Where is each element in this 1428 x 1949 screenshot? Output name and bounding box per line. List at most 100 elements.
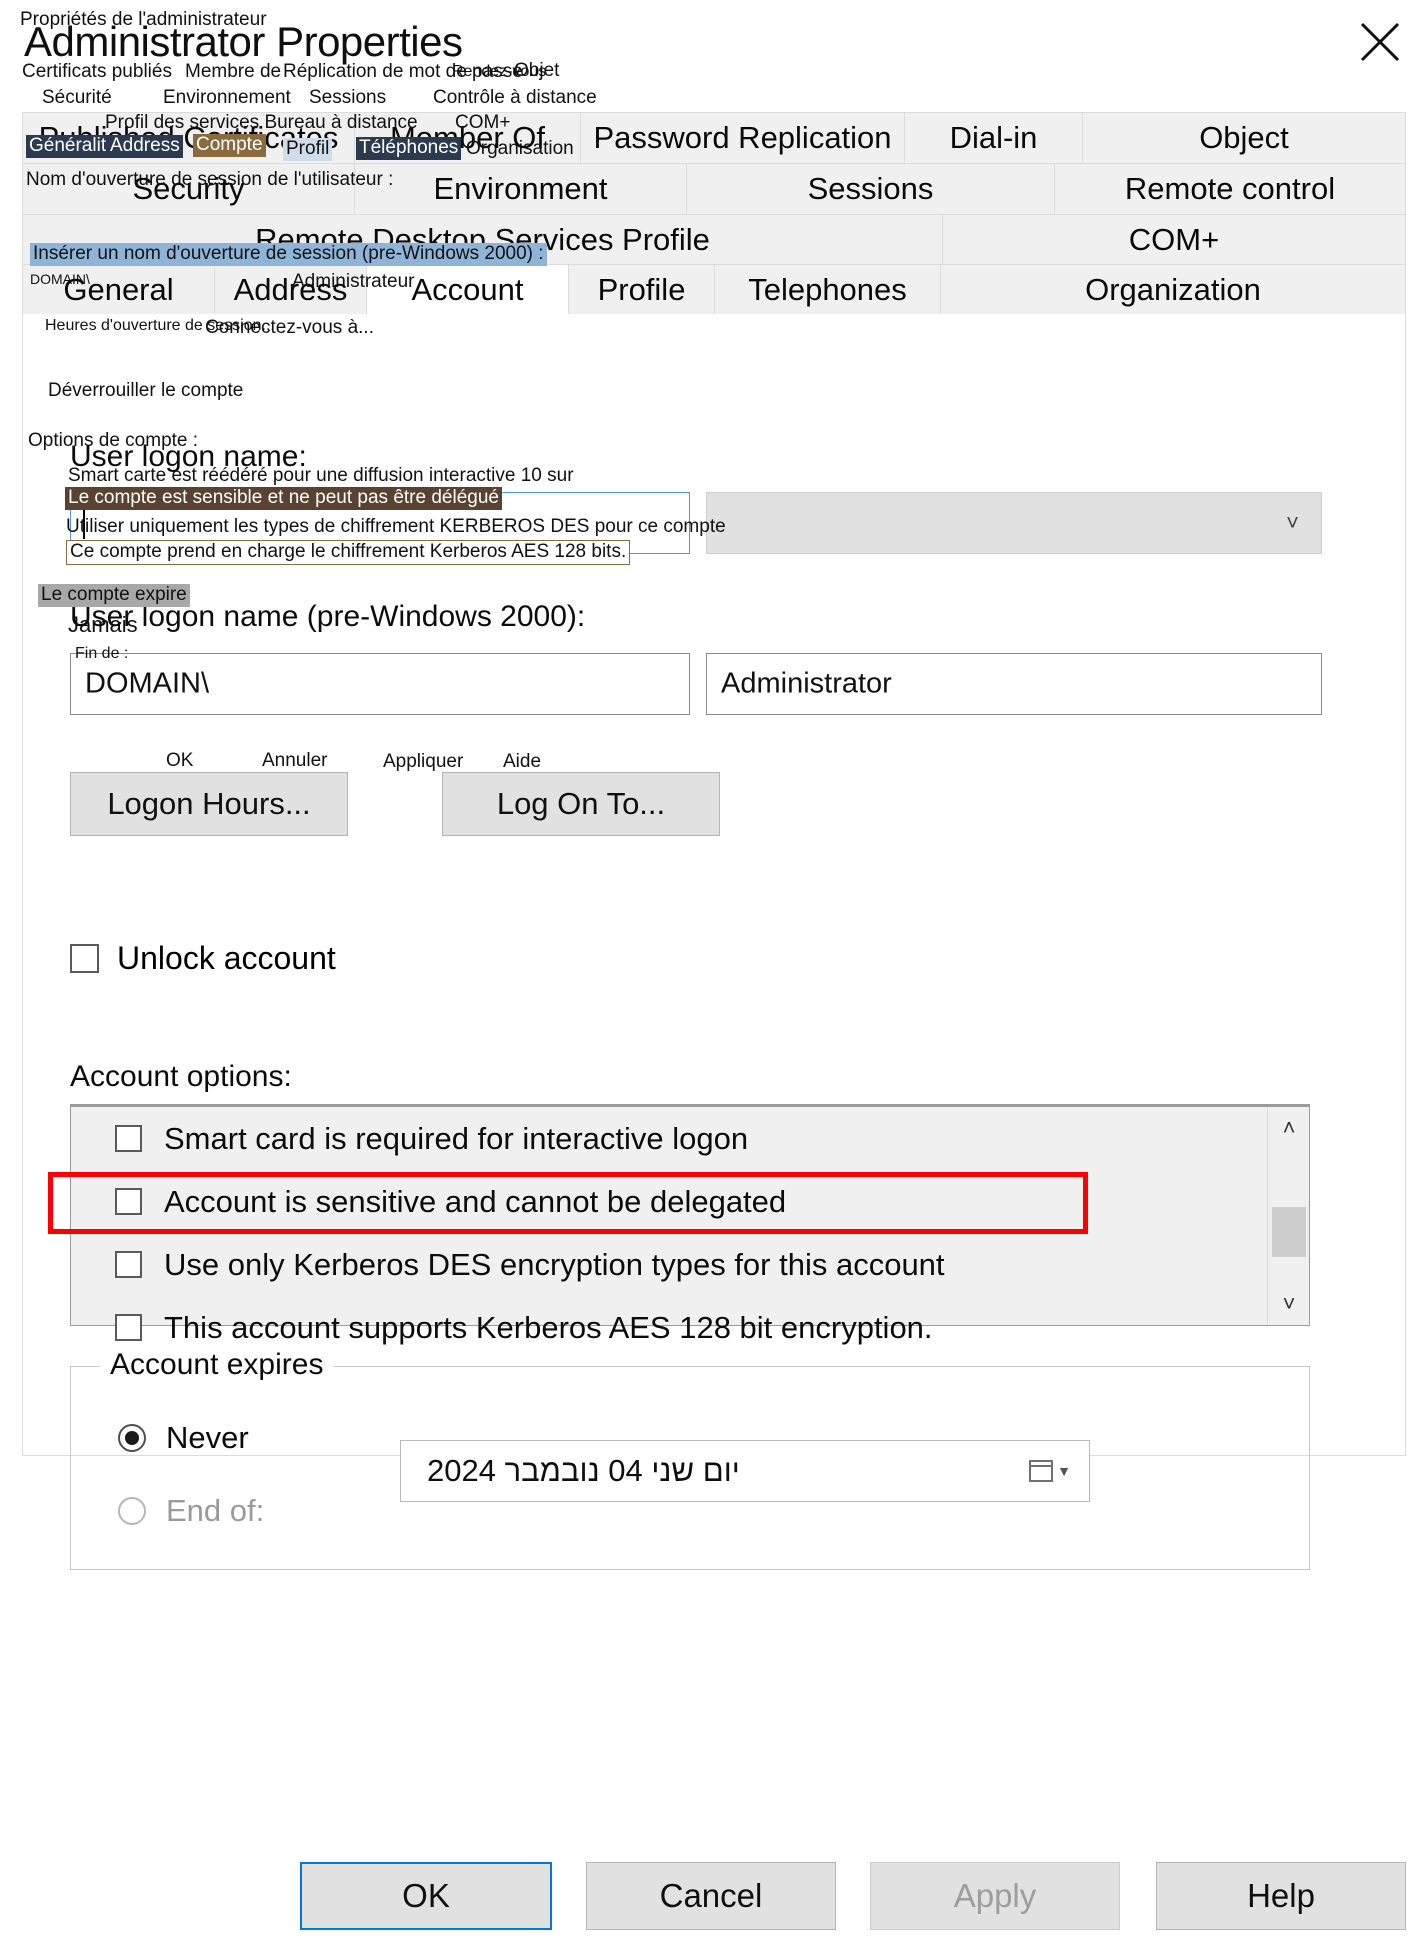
overlay-tab-rds-profile: Profil des services Bureau à distance bbox=[105, 112, 418, 133]
never-label: Never bbox=[166, 1420, 249, 1455]
unlock-account-label: Unlock account bbox=[117, 940, 336, 976]
overlay-opt-smart-card: Smart carte est réédéré pour une diffusi… bbox=[68, 465, 574, 486]
tab-password-replication[interactable]: Password Replication bbox=[581, 113, 905, 163]
overlay-pre2000-user: Administrateur bbox=[292, 271, 415, 292]
overlay-tab-telephones: Téléphones bbox=[356, 137, 462, 160]
tab-profile[interactable]: Profile bbox=[569, 265, 715, 315]
radio-button[interactable] bbox=[118, 1497, 146, 1525]
overlay-opt-des: Utiliser uniquement les types de chiffre… bbox=[66, 516, 726, 537]
overlay-tab-object: Objet bbox=[514, 60, 560, 81]
option-label: This account supports Kerberos AES 128 b… bbox=[164, 1309, 933, 1345]
overlay-unlock-account: Déverrouiller le compte bbox=[48, 380, 244, 401]
overlay-tab-profile: Profil bbox=[283, 138, 333, 161]
logon-hours-label: Logon Hours... bbox=[107, 786, 311, 821]
help-label: Help bbox=[1247, 1877, 1315, 1914]
chevron-down-icon[interactable]: ˅ bbox=[1268, 1283, 1310, 1325]
account-expires-date-picker[interactable]: יום שני 04 נובמבר 2024 ▼ bbox=[400, 1440, 1090, 1502]
overlay-tab-security: Sécurité bbox=[42, 87, 112, 108]
ok-label: OK bbox=[402, 1877, 450, 1914]
overlay-end-of: Fin de : bbox=[75, 645, 129, 662]
dialog-window: Administrator Properties Propriétés de l… bbox=[0, 0, 1428, 1949]
overlay-pre2000-name: Insérer un nom d'ouverture de session (p… bbox=[30, 243, 547, 266]
account-expires-never-radio[interactable]: Never bbox=[118, 1420, 249, 1456]
calendar-icon[interactable]: ▼ bbox=[1029, 1460, 1071, 1482]
overlay-opt-aes: Ce compte prend en charge le chiffrement… bbox=[66, 540, 631, 565]
overlay-tab-published-certificates: Certificats publiés bbox=[22, 61, 172, 82]
unlock-account-checkbox[interactable]: Unlock account bbox=[70, 940, 336, 977]
pre2000-user-value: Administrator bbox=[721, 667, 892, 700]
list-item[interactable]: Account is sensitive and cannot be deleg… bbox=[71, 1170, 1309, 1233]
overlay-tab-organization: Organisation bbox=[466, 138, 574, 159]
tab-label: Telephones bbox=[748, 272, 907, 307]
overlay-account-options: Options de compte : bbox=[28, 430, 199, 451]
overlay-tab-address: Address bbox=[107, 135, 183, 158]
apply-label: Apply bbox=[953, 1877, 1037, 1914]
checkbox-box[interactable] bbox=[115, 1314, 142, 1341]
overlay-never: Jamais bbox=[68, 612, 138, 637]
tab-label: Profile bbox=[597, 272, 686, 307]
overlay-btn-help: Aide bbox=[503, 751, 542, 772]
domain-suffix-dropdown[interactable]: ˅ bbox=[706, 492, 1322, 554]
logon-hours-button[interactable]: Logon Hours... bbox=[70, 772, 348, 836]
log-on-to-button[interactable]: Log On To... bbox=[442, 772, 720, 836]
tab-environment[interactable]: Environment bbox=[355, 164, 687, 214]
checkbox-box[interactable] bbox=[115, 1251, 142, 1278]
tab-label: Organization bbox=[1085, 272, 1261, 307]
account-expires-endof-radio[interactable]: End of: bbox=[118, 1493, 264, 1529]
tab-object[interactable]: Object bbox=[1083, 113, 1405, 163]
tab-label: Dial-in bbox=[949, 120, 1038, 155]
tab-dial-in[interactable]: Dial-in bbox=[905, 113, 1083, 163]
tab-label: Environment bbox=[433, 171, 608, 206]
overlay-opt-sensitive: Le compte est sensible et ne peut pas êt… bbox=[65, 487, 502, 510]
page-title-translation: Propriétés de l'administrateur bbox=[20, 9, 267, 30]
pre2000-domain-input[interactable]: DOMAIN\ bbox=[70, 653, 690, 715]
close-icon[interactable] bbox=[1354, 16, 1406, 68]
tab-strip-4: General Address Account Profile Telephon… bbox=[22, 264, 1406, 315]
overlay-tab-complus: COM+ bbox=[455, 112, 511, 133]
log-on-to-label: Log On To... bbox=[496, 786, 666, 821]
tab-complus[interactable]: COM+ bbox=[943, 215, 1405, 265]
tab-label: Sessions bbox=[807, 171, 934, 206]
overlay-btn-cancel: Annuler bbox=[262, 750, 328, 771]
checkbox-box[interactable] bbox=[115, 1125, 142, 1152]
tab-remote-control[interactable]: Remote control bbox=[1055, 164, 1405, 214]
tab-organization[interactable]: Organization bbox=[941, 265, 1405, 315]
apply-button[interactable]: Apply bbox=[870, 1862, 1120, 1930]
account-expires-title: Account expires bbox=[100, 1348, 334, 1382]
list-item[interactable]: Smart card is required for interactive l… bbox=[71, 1107, 1309, 1170]
tab-telephones[interactable]: Telephones bbox=[715, 265, 941, 315]
overlay-btn-apply: Appliquer bbox=[383, 751, 464, 772]
overlay-pre2000-domain: DOMAIN\ bbox=[30, 271, 90, 287]
overlay-tab-environment: Environnement bbox=[163, 87, 291, 108]
overlay-user-logon-name: Nom d'ouverture de session de l'utilisat… bbox=[26, 169, 394, 190]
tab-sessions[interactable]: Sessions bbox=[687, 164, 1055, 214]
scrollbar-thumb[interactable] bbox=[1272, 1207, 1306, 1257]
checkbox-box[interactable] bbox=[70, 944, 99, 973]
tab-label: Remote control bbox=[1124, 171, 1336, 206]
cancel-label: Cancel bbox=[659, 1877, 763, 1914]
overlay-tab-sessions: Sessions bbox=[309, 87, 387, 108]
account-options-listbox[interactable]: Smart card is required for interactive l… bbox=[70, 1104, 1310, 1345]
tab-label: COM+ bbox=[1128, 222, 1220, 257]
checkbox-box[interactable] bbox=[115, 1188, 142, 1215]
chevron-up-icon[interactable]: ˄ bbox=[1268, 1107, 1310, 1149]
radio-button[interactable] bbox=[118, 1424, 146, 1452]
cancel-button[interactable]: Cancel bbox=[586, 1862, 836, 1930]
overlay-log-on-to: Connectez-vous à... bbox=[205, 317, 374, 338]
account-options-label: Account options: bbox=[70, 1060, 292, 1093]
option-label: Use only Kerberos DES encryption types f… bbox=[164, 1246, 945, 1282]
help-button[interactable]: Help bbox=[1156, 1862, 1406, 1930]
list-item[interactable]: Use only Kerberos DES encryption types f… bbox=[71, 1233, 1309, 1296]
overlay-btn-ok: OK bbox=[166, 750, 194, 771]
ok-button[interactable]: OK bbox=[300, 1862, 552, 1930]
date-value: יום שני 04 נובמבר 2024 bbox=[427, 1453, 740, 1488]
pre2000-domain-value: DOMAIN\ bbox=[85, 667, 210, 700]
pre2000-user-input[interactable]: Administrator bbox=[706, 653, 1322, 715]
chevron-down-icon: ˅ bbox=[1286, 510, 1299, 535]
option-label: Smart card is required for interactive l… bbox=[164, 1120, 749, 1156]
overlay-tab-remote-control: Contrôle à distance bbox=[433, 87, 597, 108]
listbox-scrollbar[interactable]: ˄ ˅ bbox=[1267, 1107, 1309, 1325]
tab-label: Password Replication bbox=[593, 120, 892, 155]
overlay-account-expires: Le compte expire bbox=[38, 584, 190, 607]
option-label: Account is sensitive and cannot be deleg… bbox=[164, 1183, 787, 1219]
